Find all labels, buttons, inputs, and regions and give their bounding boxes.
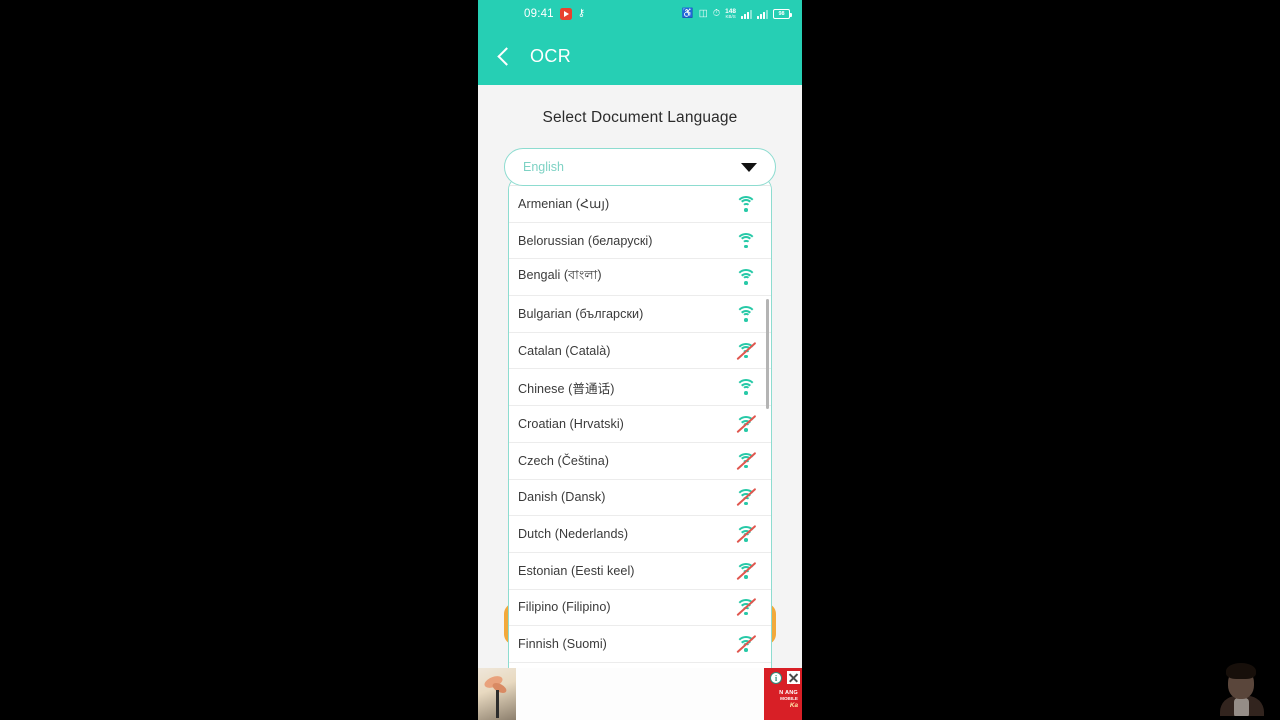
list-item-label: Bulgarian (български) [518, 306, 644, 321]
list-item-label: Croatian (Hrvatski) [518, 416, 624, 431]
wifi-off-icon [735, 488, 757, 507]
alarm-icon: ⏱ [712, 8, 721, 20]
list-item[interactable]: Bulgarian (български) [509, 296, 771, 333]
list-item-label: Catalan (Català) [518, 343, 611, 358]
language-select[interactable]: English [504, 148, 776, 186]
vpn-key-icon: ⚷ [577, 8, 586, 19]
wifi-off-icon [735, 561, 757, 581]
wifi-downloaded-icon [735, 379, 757, 396]
list-item-label: Filipino (Filipino) [518, 600, 611, 615]
ad-copy-text: N ANG MOBILE Ka [760, 690, 798, 709]
language-dropdown-panel[interactable]: Arabic (العربية) Armenian (Հայ)Belorussi… [508, 176, 772, 720]
list-item-label: Danish (Dansk) [518, 490, 606, 505]
headset-icon: ♿ [681, 8, 694, 20]
network-speed-unit: KB/S [725, 14, 736, 19]
ad-info-icon[interactable]: i [770, 671, 782, 684]
content-area: Select Document Language English Arabic … [478, 85, 802, 720]
wifi-off-icon [735, 598, 757, 617]
ad-controls: i [770, 671, 800, 684]
list-item[interactable]: Estonian (Eesti keel) [509, 552, 771, 590]
list-item-label: Armenian (Հայ) [518, 197, 610, 212]
battery-level: 98 [778, 11, 785, 17]
phone-viewport: 09:41 ⚷ ♿ ◫ ⏱ 148 KB/S 98 OCR Select Doc… [478, 0, 802, 720]
list-item[interactable]: Catalan (Català) [509, 332, 771, 370]
list-item[interactable]: Danish (Dansk) [509, 479, 771, 517]
webcam-overlay [1210, 660, 1272, 716]
screen-root: 09:41 ⚷ ♿ ◫ ⏱ 148 KB/S 98 OCR Select Doc… [0, 0, 1280, 720]
back-arrow-icon[interactable] [496, 49, 512, 65]
language-list[interactable]: Armenian (Հայ) Belorussian (беларускі) Ben… [509, 186, 771, 720]
list-item-label: Dutch (Nederlands) [518, 527, 629, 542]
vibrate-icon: ◫ [698, 8, 708, 20]
scrollbar-track[interactable] [765, 187, 769, 720]
section-heading: Select Document Language [542, 109, 738, 126]
list-item[interactable]: Armenian (Հայ) [509, 186, 771, 223]
wifi-downloaded-icon [735, 269, 757, 285]
wifi-downloaded-icon [735, 195, 757, 212]
status-bar: 09:41 ⚷ ♿ ◫ ⏱ 148 KB/S 98 [478, 0, 802, 28]
list-item[interactable]: Belorussian (беларускі) [509, 222, 771, 260]
list-item-label: Czech (Čeština) [518, 453, 610, 468]
language-select-value: English [523, 160, 564, 174]
ad-content-area[interactable] [516, 668, 764, 720]
ad-line-3: Ka [789, 701, 798, 709]
page-title: OCR [530, 46, 572, 66]
list-item[interactable]: Croatian (Hrvatski) [509, 406, 771, 443]
battery-icon: 98 [773, 9, 792, 19]
list-item[interactable]: Finnish (Suomi) [509, 626, 771, 663]
wifi-off-icon [735, 524, 757, 544]
ad-banner[interactable]: N ANG MOBILE Ka i [478, 668, 802, 720]
list-item[interactable]: Chinese (普通话) [509, 369, 771, 407]
wifi-off-icon [735, 635, 757, 654]
status-time: 09:41 [524, 8, 554, 20]
scrollbar-thumb[interactable] [765, 299, 769, 409]
ad-thumbnail-image [478, 668, 516, 720]
ad-close-icon[interactable] [787, 671, 800, 684]
wifi-downloaded-icon [735, 305, 757, 322]
list-item[interactable]: Bengali (বাংলা) [509, 259, 771, 297]
list-item[interactable]: Filipino (Filipino) [509, 589, 771, 627]
status-bar-left: 09:41 ⚷ [524, 8, 585, 20]
list-item-label: Belorussian (беларускі) [518, 233, 653, 248]
chevron-down-icon[interactable] [741, 162, 757, 172]
app-bar: OCR [478, 28, 802, 85]
wifi-off-icon [735, 341, 757, 361]
signal-bars-2-icon [757, 9, 768, 19]
list-item[interactable]: Czech (Čeština) [509, 442, 771, 480]
status-bar-right: ♿ ◫ ⏱ 148 KB/S 98 [681, 8, 792, 20]
wifi-off-icon [735, 414, 757, 434]
list-item-label: Bengali (বাংলা) [518, 268, 602, 283]
network-speed-icon: 148 KB/S [725, 8, 736, 20]
video-recording-badge-icon [559, 8, 572, 20]
list-item-label: Estonian (Eesti keel) [518, 563, 635, 578]
list-item[interactable]: Dutch (Nederlands) [509, 516, 771, 553]
list-item-label: Finnish (Suomi) [518, 637, 607, 652]
signal-bars-icon [741, 9, 752, 19]
wifi-off-icon [735, 451, 757, 471]
ad-line-2: MOBILE [780, 696, 798, 702]
wifi-downloaded-icon [735, 232, 757, 249]
list-item-label: Chinese (普通话) [518, 381, 615, 396]
